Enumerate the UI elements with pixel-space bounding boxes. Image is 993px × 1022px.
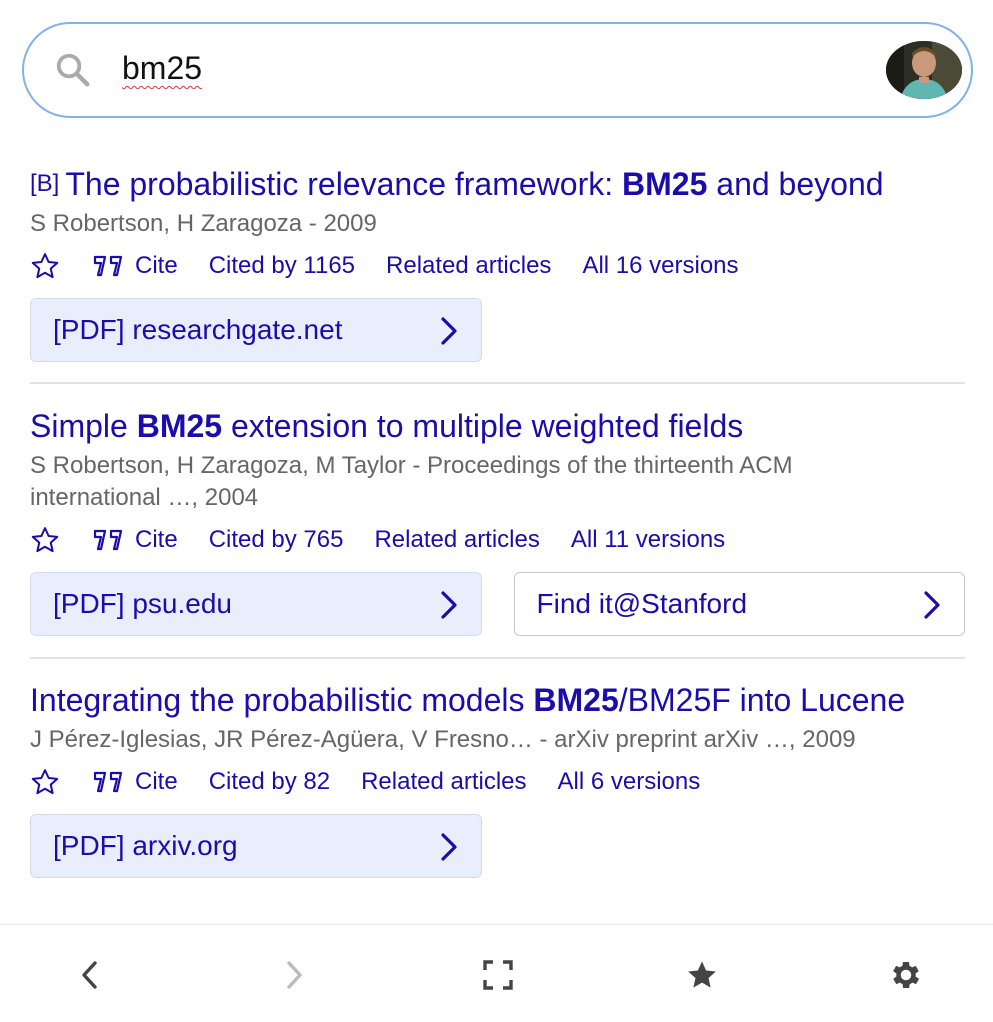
- result-title[interactable]: Integrating the probabilistic models BM2…: [30, 680, 965, 720]
- result-actions: Cite Cited by 1165 Related articles All …: [30, 246, 965, 286]
- forward-arrow-icon: [287, 961, 302, 989]
- title-highlight[interactable]: BM25: [533, 682, 618, 718]
- divider: [30, 382, 965, 384]
- title-text[interactable]: and beyond: [707, 166, 883, 202]
- title-text[interactable]: Integrating the probabilistic models: [30, 682, 533, 718]
- result-actions: Cite Cited by 82 Related articles All 6 …: [30, 762, 965, 802]
- result-actions: Cite Cited by 765 Related articles All 1…: [30, 520, 965, 560]
- title-text[interactable]: Simple: [30, 408, 137, 444]
- authors-line: S Robertson, H Zaragoza, M Taylor - Proc…: [30, 452, 793, 479]
- avatar[interactable]: [886, 41, 962, 99]
- title-text[interactable]: The probabilistic relevance framework:: [65, 166, 622, 202]
- pdf-link-button[interactable]: [PDF] arxiv.org: [30, 814, 482, 878]
- quote-icon[interactable]: [93, 770, 125, 794]
- fullscreen-button[interactable]: [478, 955, 518, 995]
- result-authors: S Robertson, H Zaragoza, M Taylor - Proc…: [30, 450, 965, 514]
- cite-link[interactable]: Cite: [135, 252, 178, 280]
- starred-button[interactable]: [682, 955, 722, 995]
- result-authors: J Pérez-Iglesias, JR Pérez-Agüera, V Fre…: [30, 726, 856, 753]
- cited-by-link[interactable]: Cited by 1165: [209, 252, 355, 280]
- quote-icon[interactable]: [93, 528, 125, 552]
- result-title[interactable]: [B] The probabilistic relevance framework…: [30, 164, 965, 204]
- title-text[interactable]: /BM25F into Lucene: [619, 682, 905, 718]
- search-result: Simple BM25 extension to multiple weight…: [30, 406, 965, 636]
- search-result: [B] The probabilistic relevance framework…: [30, 164, 965, 362]
- title-highlight[interactable]: BM25: [137, 408, 222, 444]
- chevron-right-icon: [440, 591, 457, 619]
- pdf-link-label: [PDF] psu.edu: [53, 588, 232, 619]
- cited-by-link[interactable]: Cited by 765: [209, 526, 344, 554]
- star-outline-icon[interactable]: [30, 767, 60, 797]
- cite-link[interactable]: Cite: [135, 526, 178, 554]
- related-articles-link[interactable]: Related articles: [386, 252, 551, 280]
- search-bar[interactable]: bm25: [22, 22, 973, 118]
- chevron-right-icon: [924, 591, 940, 619]
- cite-link[interactable]: Cite: [135, 768, 178, 796]
- title-highlight[interactable]: BM25: [622, 166, 707, 202]
- pdf-link-button[interactable]: [PDF] researchgate.net: [30, 298, 482, 362]
- cited-by-link[interactable]: Cited by 82: [209, 768, 330, 796]
- authors-line: international …, 2004: [30, 484, 259, 511]
- title-text[interactable]: extension to multiple weighted fields: [222, 408, 743, 444]
- library-link-label: Find it@Stanford: [536, 588, 748, 619]
- gear-icon: [893, 961, 920, 989]
- chevron-right-icon: [441, 317, 457, 345]
- quote-icon[interactable]: [93, 254, 125, 278]
- pdf-link-label: [PDF] arxiv.org: [53, 830, 238, 861]
- back-button[interactable]: [70, 955, 110, 995]
- all-versions-link[interactable]: All 16 versions: [582, 252, 738, 280]
- library-link-button[interactable]: Find it@Stanford: [513, 572, 965, 636]
- result-authors: S Robertson, H Zaragoza - 2009: [30, 210, 377, 237]
- search-icon[interactable]: [54, 51, 92, 89]
- star-icon: [688, 961, 716, 988]
- bottom-toolbar: [0, 924, 993, 1022]
- star-outline-icon[interactable]: [30, 251, 60, 281]
- search-input[interactable]: bm25: [122, 50, 202, 87]
- forward-button[interactable]: [274, 955, 314, 995]
- search-result: Integrating the probabilistic models BM2…: [30, 680, 965, 878]
- all-versions-link[interactable]: All 11 versions: [571, 526, 725, 554]
- book-tag: [B]: [30, 170, 60, 197]
- related-articles-link[interactable]: Related articles: [361, 768, 526, 796]
- fullscreen-icon: [483, 960, 513, 990]
- related-articles-link[interactable]: Related articles: [374, 526, 539, 554]
- star-outline-icon[interactable]: [30, 525, 60, 555]
- all-versions-link[interactable]: All 6 versions: [558, 768, 701, 796]
- pdf-link-button[interactable]: [PDF] psu.edu: [30, 572, 482, 636]
- chevron-right-icon: [441, 833, 457, 861]
- divider: [30, 657, 965, 659]
- settings-button[interactable]: [886, 955, 926, 995]
- result-title[interactable]: Simple BM25 extension to multiple weight…: [30, 406, 965, 446]
- pdf-link-label: [PDF] researchgate.net: [53, 314, 343, 345]
- back-arrow-icon: [82, 961, 97, 989]
